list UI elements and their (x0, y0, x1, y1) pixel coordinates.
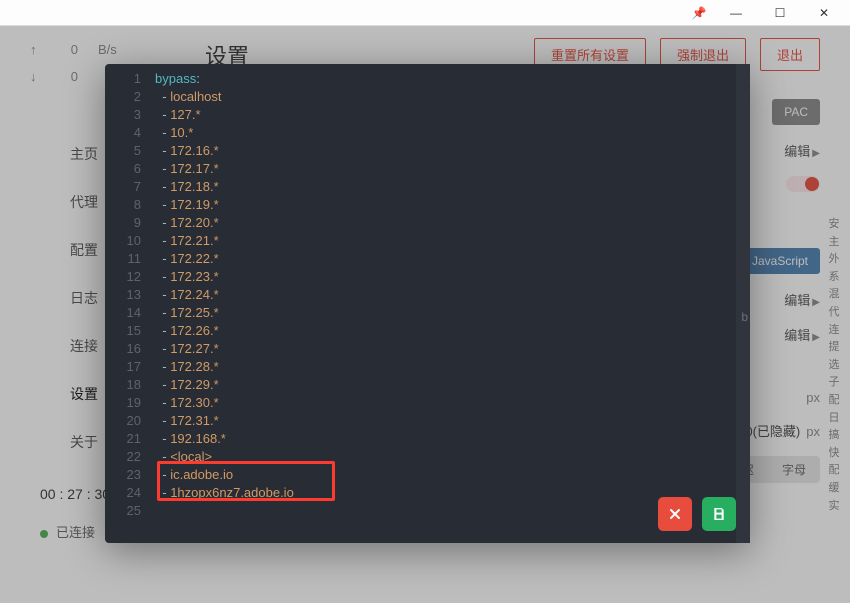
line-number: 4 (105, 124, 141, 142)
line-number: 1 (105, 70, 141, 88)
code-line[interactable]: - 10.* (155, 124, 750, 142)
line-number: 23 (105, 466, 141, 484)
code-line[interactable]: - 172.29.* (155, 376, 750, 394)
code-line[interactable]: - 172.25.* (155, 304, 750, 322)
line-number: 13 (105, 286, 141, 304)
code-line[interactable]: - 172.19.* (155, 196, 750, 214)
code-line[interactable]: - 172.20.* (155, 214, 750, 232)
code-line[interactable]: - 172.30.* (155, 394, 750, 412)
cancel-button[interactable] (658, 497, 692, 531)
line-number: 10 (105, 232, 141, 250)
line-number: 8 (105, 196, 141, 214)
code-line[interactable]: - 172.26.* (155, 322, 750, 340)
code-line[interactable]: - 172.18.* (155, 178, 750, 196)
line-number: 18 (105, 376, 141, 394)
code-area[interactable]: bypass: - localhost - 127.* - 10.* - 172… (155, 70, 750, 543)
line-number: 3 (105, 106, 141, 124)
line-number: 19 (105, 394, 141, 412)
line-number: 17 (105, 358, 141, 376)
code-line[interactable]: - 172.23.* (155, 268, 750, 286)
code-line[interactable]: - localhost (155, 88, 750, 106)
line-number: 21 (105, 430, 141, 448)
code-line[interactable]: - 172.17.* (155, 160, 750, 178)
line-number: 9 (105, 214, 141, 232)
line-number: 2 (105, 88, 141, 106)
line-number: 12 (105, 268, 141, 286)
line-number: 24 (105, 484, 141, 502)
code-line[interactable]: bypass: (155, 70, 750, 88)
save-icon (711, 506, 727, 522)
code-line[interactable]: - 192.168.* (155, 430, 750, 448)
close-button[interactable]: ✕ (802, 0, 846, 26)
code-line[interactable]: - <local> (155, 448, 750, 466)
code-line[interactable]: - 172.21.* (155, 232, 750, 250)
close-icon (667, 506, 683, 522)
scroll-indicator: b (741, 308, 748, 326)
line-number: 22 (105, 448, 141, 466)
code-line[interactable]: - 127.* (155, 106, 750, 124)
line-number: 7 (105, 178, 141, 196)
maximize-button[interactable]: ☐ (758, 0, 802, 26)
code-line[interactable]: - ic.adobe.io (155, 466, 750, 484)
minimize-button[interactable]: — (714, 0, 758, 26)
line-number: 25 (105, 502, 141, 520)
code-line[interactable]: - 172.16.* (155, 142, 750, 160)
line-gutter: 1234567891011121314151617181920212223242… (105, 70, 155, 543)
pin-icon[interactable]: 📌 (684, 0, 714, 26)
line-number: 6 (105, 160, 141, 178)
code-line[interactable]: - 172.28.* (155, 358, 750, 376)
bypass-editor-modal: 1234567891011121314151617181920212223242… (105, 64, 750, 543)
modal-actions (658, 497, 736, 531)
line-number: 14 (105, 304, 141, 322)
scrollbar[interactable] (740, 64, 750, 543)
save-button[interactable] (702, 497, 736, 531)
line-number: 11 (105, 250, 141, 268)
code-line[interactable]: - 172.27.* (155, 340, 750, 358)
line-number: 5 (105, 142, 141, 160)
line-number: 15 (105, 322, 141, 340)
titlebar: 📌 — ☐ ✕ (0, 0, 850, 26)
line-number: 16 (105, 340, 141, 358)
code-editor[interactable]: 1234567891011121314151617181920212223242… (105, 64, 750, 543)
code-line[interactable]: - 172.24.* (155, 286, 750, 304)
line-number: 20 (105, 412, 141, 430)
code-line[interactable]: - 172.22.* (155, 250, 750, 268)
code-line[interactable]: - 172.31.* (155, 412, 750, 430)
